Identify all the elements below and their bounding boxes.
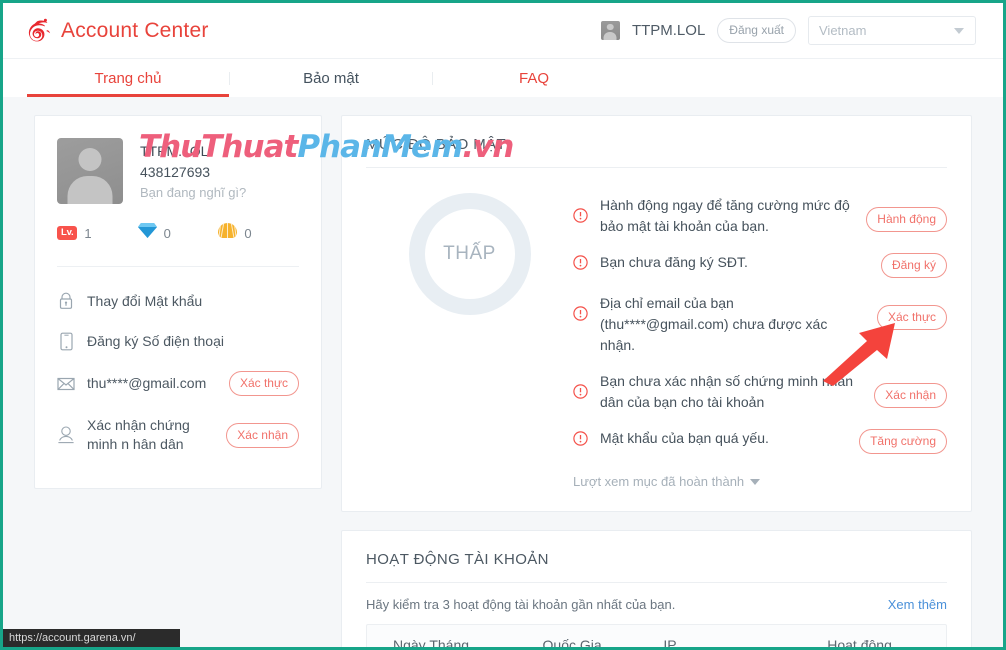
activity-subtitle: Hãy kiểm tra 3 hoạt động tài khoản gần n…	[366, 597, 675, 612]
triangle-down-icon	[750, 479, 760, 485]
stat-value: 0	[164, 226, 171, 241]
view-more-link[interactable]: Xem thêm	[888, 597, 947, 612]
activity-card-title: HOẠT ĐỘNG TÀI KHOẢN	[366, 551, 947, 582]
tab-bao-mat[interactable]: Bảo mật	[230, 59, 432, 97]
lock-icon	[57, 291, 75, 311]
profile-summary: TTPM.LOL 438127693 Bạn đang nghĩ gì?	[35, 138, 321, 204]
security-gauge: THẤP	[409, 193, 531, 315]
tab-bar: Trang chủ Bảo mật FAQ	[3, 58, 1003, 97]
list-item: Bạn chưa đăng ký SĐT. Đăng ký	[573, 252, 947, 278]
stat-diamond: 0	[138, 222, 219, 244]
user-avatar-icon	[601, 21, 620, 40]
column-header-date: Ngày Tháng	[367, 637, 517, 650]
page-content: TTPM.LOL 438127693 Bạn đang nghĩ gì? Lv.…	[3, 97, 1003, 650]
security-issue-list: Hành động ngay để tăng cường mức độ bảo …	[573, 190, 947, 489]
country-select-value: Vietnam	[819, 23, 866, 38]
column-header-activity: Hoạt động	[801, 637, 946, 650]
warning-circle-icon	[573, 208, 588, 228]
chevron-down-icon	[954, 28, 964, 34]
security-card-body: THẤP Hành động	[366, 168, 947, 489]
sidebar-item-label: Đăng ký Số điện thoại	[87, 332, 299, 351]
list-item: Địa chỉ email của bạn (thu****@gmail.com…	[573, 293, 947, 356]
main-column: MỨC ĐỘ BẢO MẬT THẤP	[341, 115, 972, 650]
sidebar-item-label: Xác nhận chứng minh n hân dân	[87, 416, 214, 454]
verify-email-button[interactable]: Xác thực	[229, 371, 299, 396]
issue-text: Bạn chưa xác nhận số chứng minh nhân dân…	[600, 371, 862, 413]
profile-card: TTPM.LOL 438127693 Bạn đang nghĩ gì? Lv.…	[34, 115, 322, 489]
warning-circle-icon	[573, 431, 588, 451]
action-button-hanh-dong[interactable]: Hành động	[866, 207, 947, 232]
garena-logo-icon	[22, 16, 52, 46]
tab-label: Trang chủ	[95, 70, 162, 87]
action-button-xac-nhan[interactable]: Xác nhận	[874, 383, 947, 408]
stat-level: Lv. 1	[57, 222, 138, 244]
link-status-bar: https://account.garena.vn/	[3, 629, 180, 647]
user-name: TTPM.LOL	[632, 22, 705, 39]
id-card-icon	[57, 425, 75, 445]
security-card-title: MỨC ĐỘ BẢO MẬT	[366, 136, 947, 167]
tab-label: Bảo mật	[303, 70, 359, 87]
activity-subtitle-row: Hãy kiểm tra 3 hoạt động tài khoản gần n…	[366, 583, 947, 624]
issue-text: Hành động ngay để tăng cường mức độ bảo …	[600, 195, 854, 237]
tab-trang-chu[interactable]: Trang chủ	[27, 59, 229, 97]
security-gauge-wrap: THẤP	[366, 190, 573, 315]
diamond-icon	[138, 222, 157, 244]
tab-label: FAQ	[519, 70, 549, 87]
action-button-tang-cuong[interactable]: Tăng cường	[859, 429, 947, 454]
profile-meta: TTPM.LOL 438127693 Bạn đang nghĩ gì?	[140, 138, 246, 204]
level-badge-icon: Lv.	[57, 226, 77, 241]
envelope-icon	[57, 374, 75, 394]
country-select[interactable]: Vietnam	[808, 16, 976, 45]
phone-icon	[57, 331, 75, 351]
avatar[interactable]	[57, 138, 123, 204]
security-level-card: MỨC ĐỘ BẢO MẬT THẤP	[341, 115, 972, 512]
sidebar-item-label: Thay đổi Mật khẩu	[87, 292, 299, 311]
sidebar-item-id-verification[interactable]: Xác nhận chứng minh n hân dân Xác nhận	[35, 406, 321, 464]
issue-text: Bạn chưa đăng ký SĐT.	[600, 252, 869, 273]
profile-stats: Lv. 1 0	[35, 204, 321, 244]
column-header-ip: IP	[637, 637, 801, 650]
sidebar-item-register-phone[interactable]: Đăng ký Số điện thoại	[35, 321, 321, 361]
profile-name: TTPM.LOL	[140, 141, 246, 161]
header-actions: TTPM.LOL Đăng xuất Vietnam	[601, 16, 976, 45]
list-item: Mật khẩu của bạn quá yếu. Tăng cường	[573, 428, 947, 454]
stat-shell: 0	[218, 222, 299, 244]
warning-circle-icon	[573, 384, 588, 404]
logout-button[interactable]: Đăng xuất	[717, 18, 796, 43]
warning-circle-icon	[573, 306, 588, 326]
stat-value: 0	[244, 226, 251, 241]
sidebar-item-label: thu****@gmail.com	[87, 374, 217, 393]
profile-id: 438127693	[140, 161, 246, 183]
security-level-label: THẤP	[443, 243, 496, 265]
column-header-country: Quốc Gia	[517, 637, 638, 650]
tab-faq[interactable]: FAQ	[433, 59, 635, 97]
action-button-xac-thuc[interactable]: Xác thực	[877, 305, 947, 330]
list-item: Hành động ngay để tăng cường mức độ bảo …	[573, 195, 947, 237]
collapse-label: Lượt xem mục đã hoàn thành	[573, 474, 744, 489]
warning-circle-icon	[573, 255, 588, 275]
list-item: Bạn chưa xác nhận số chứng minh nhân dân…	[573, 371, 947, 413]
brand: Account Center	[22, 16, 209, 46]
stat-value: 1	[84, 226, 91, 241]
sidebar-actions: Thay đổi Mật khẩu Đăng ký Số điện thoại	[35, 267, 321, 464]
browser-viewport: Account Center TTPM.LOL Đăng xuất Vietna…	[0, 0, 1006, 650]
shell-icon	[218, 222, 237, 244]
show-completed-toggle[interactable]: Lượt xem mục đã hoàn thành	[573, 474, 947, 489]
page-header: Account Center TTPM.LOL Đăng xuất Vietna…	[3, 3, 1003, 58]
issue-text: Mật khẩu của bạn quá yếu.	[600, 428, 847, 449]
action-button-dang-ky[interactable]: Đăng ký	[881, 253, 947, 278]
activity-table-header: Ngày Tháng Quốc Gia IP Hoạt động	[366, 624, 947, 650]
account-activity-card: HOẠT ĐỘNG TÀI KHOẢN Hãy kiểm tra 3 hoạt …	[341, 530, 972, 650]
confirm-id-button[interactable]: Xác nhận	[226, 423, 299, 448]
sidebar-item-email[interactable]: thu****@gmail.com Xác thực	[35, 361, 321, 406]
page-title: Account Center	[61, 19, 209, 43]
profile-mood-placeholder[interactable]: Bạn đang nghĩ gì?	[140, 183, 246, 203]
sidebar-item-change-password[interactable]: Thay đổi Mật khẩu	[35, 281, 321, 321]
issue-text: Địa chỉ email của bạn (thu****@gmail.com…	[600, 293, 865, 356]
